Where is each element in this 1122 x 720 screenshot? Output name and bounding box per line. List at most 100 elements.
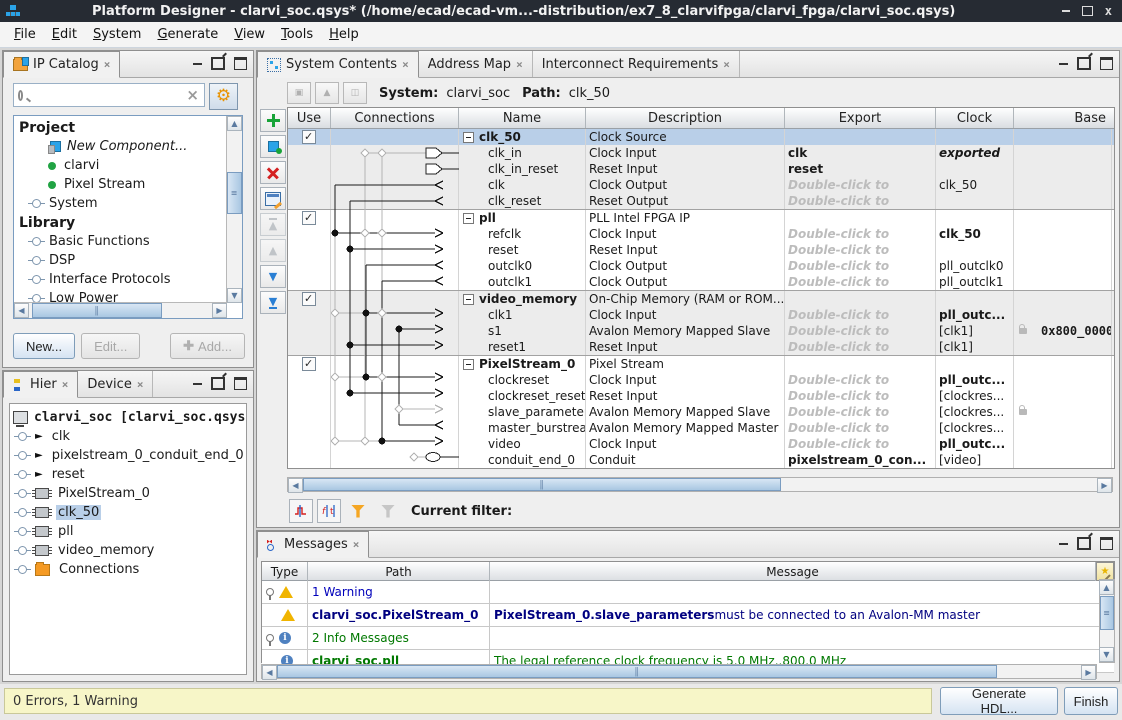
tree-section-project[interactable]: Project bbox=[14, 118, 227, 137]
table-row[interactable]: video_memoryOn-Chip Memory (RAM or ROM..… bbox=[288, 290, 1114, 307]
collapse-button[interactable]: ▣ bbox=[287, 82, 311, 104]
move-down-button[interactable]: ▼ bbox=[260, 265, 286, 288]
export-value[interactable]: Double-click to bbox=[788, 177, 889, 193]
remove-button[interactable] bbox=[260, 161, 286, 184]
export-value[interactable]: Double-click to bbox=[788, 372, 889, 388]
expander-icon[interactable] bbox=[18, 432, 27, 441]
tab-device[interactable]: Device × bbox=[78, 371, 153, 397]
hier-item-video-memory[interactable]: video_memory bbox=[10, 541, 246, 560]
scroll-right-button[interactable]: ▶ bbox=[1097, 478, 1112, 493]
scroll-down-button[interactable]: ▼ bbox=[1099, 647, 1114, 662]
expander-icon[interactable] bbox=[18, 470, 27, 479]
table-row[interactable]: clkClock OutputDouble-click toclk_50 bbox=[288, 177, 1114, 193]
use-checkbox[interactable] bbox=[302, 357, 316, 371]
table-row[interactable]: outclk1Clock OutputDouble-click topll_ou… bbox=[288, 274, 1114, 290]
clock-value[interactable]: [clockres... bbox=[939, 420, 1004, 436]
tab-address-map[interactable]: Address Map × bbox=[419, 51, 533, 77]
clock-value[interactable]: [clockres... bbox=[939, 388, 1004, 404]
expander-icon[interactable] bbox=[32, 275, 41, 284]
export-value[interactable]: reset bbox=[788, 161, 823, 177]
collapse-icon[interactable] bbox=[463, 294, 474, 305]
search-input[interactable] bbox=[27, 87, 186, 103]
collapse-icon[interactable] bbox=[463, 132, 474, 143]
lock-icon[interactable] bbox=[1019, 328, 1027, 334]
tab-messages[interactable]: Messages × bbox=[257, 531, 369, 558]
scroll-down-button[interactable]: ▼ bbox=[227, 288, 242, 303]
scroll-right-button[interactable]: ▶ bbox=[212, 303, 227, 318]
tab-interconnect-requirements[interactable]: Interconnect Requirements × bbox=[533, 51, 740, 77]
lock-icon[interactable] bbox=[1019, 409, 1027, 415]
hier-item-connections[interactable]: Connections bbox=[10, 560, 246, 579]
table-row[interactable]: clk_resetReset OutputDouble-click to bbox=[288, 193, 1114, 209]
show-signals-button[interactable] bbox=[289, 499, 313, 523]
add-button[interactable]: ✚Add... bbox=[170, 333, 245, 359]
table-row[interactable]: clk_50Clock Source bbox=[288, 129, 1114, 145]
messages-hscrollbar[interactable]: ◀ ║ ▶ bbox=[261, 664, 1097, 679]
column-header-base[interactable]: Base bbox=[1014, 108, 1112, 128]
clock-value[interactable]: pll_outclk0 bbox=[939, 258, 1003, 274]
menu-view[interactable]: View bbox=[226, 24, 273, 45]
panel-minimize-icon[interactable] bbox=[193, 383, 202, 385]
tree-item-dsp[interactable]: DSP bbox=[14, 251, 227, 270]
close-icon[interactable]: × bbox=[137, 378, 144, 391]
tree-item-interface-protocols[interactable]: Interface Protocols bbox=[14, 270, 227, 289]
panel-maximize-icon[interactable] bbox=[234, 377, 247, 390]
tree-section-library[interactable]: Library bbox=[14, 213, 227, 232]
table-row[interactable]: clockreset_resetReset InputDouble-click … bbox=[288, 388, 1114, 404]
close-icon[interactable]: × bbox=[402, 58, 409, 71]
column-header-description[interactable]: Description bbox=[586, 108, 785, 128]
panel-maximize-icon[interactable] bbox=[1100, 57, 1113, 70]
move-bottom-button[interactable]: ▼ bbox=[260, 291, 286, 314]
export-value[interactable]: Double-click to bbox=[788, 274, 889, 290]
export-value[interactable]: Double-click to bbox=[788, 404, 889, 420]
export-value[interactable]: Double-click to bbox=[788, 307, 889, 323]
base-address[interactable]: 0x800_0000 bbox=[1041, 323, 1112, 339]
expander-icon[interactable] bbox=[18, 451, 27, 460]
generate-hdl-button[interactable]: Generate HDL... bbox=[940, 687, 1058, 715]
table-row[interactable]: s1Avalon Memory Mapped SlaveDouble-click… bbox=[288, 323, 1114, 339]
panel-minimize-icon[interactable] bbox=[193, 63, 202, 65]
export-value[interactable]: Double-click to bbox=[788, 193, 889, 209]
scroll-left-button[interactable]: ◀ bbox=[14, 303, 29, 318]
component-button[interactable]: ◫ bbox=[343, 82, 367, 104]
export-value[interactable]: Double-click to bbox=[788, 242, 889, 258]
panel-float-icon[interactable] bbox=[211, 377, 225, 390]
export-value[interactable]: clk bbox=[788, 145, 807, 161]
clock-value[interactable]: pll_outc... bbox=[939, 436, 1005, 452]
menu-system[interactable]: System bbox=[85, 24, 150, 45]
collapse-icon[interactable] bbox=[463, 213, 474, 224]
expander-icon[interactable] bbox=[32, 237, 41, 246]
table-row[interactable]: clk_in_resetReset Inputreset bbox=[288, 161, 1114, 177]
table-row[interactable]: videoClock InputDouble-click topll_outc.… bbox=[288, 436, 1114, 452]
move-top-button[interactable]: ▲ bbox=[260, 213, 286, 236]
column-header-export[interactable]: Export bbox=[785, 108, 936, 128]
table-row[interactable]: slave_parametersAvalon Memory Mapped Sla… bbox=[288, 404, 1114, 420]
clock-value[interactable]: clk_50 bbox=[939, 226, 981, 242]
edit-button[interactable] bbox=[260, 187, 286, 210]
column-header-name[interactable]: Name bbox=[459, 108, 586, 128]
filter-button[interactable] bbox=[345, 499, 371, 523]
column-header-path[interactable]: Path bbox=[308, 562, 490, 581]
table-row[interactable]: clk1Clock InputDouble-click topll_outc..… bbox=[288, 307, 1114, 323]
close-icon[interactable]: × bbox=[62, 378, 69, 391]
tree-item-system[interactable]: System bbox=[14, 194, 227, 213]
hier-root-node[interactable]: clarvi_soc [clarvi_soc.qsys*] bbox=[10, 407, 246, 427]
show-interfaces-button[interactable]: f t bbox=[317, 499, 341, 523]
menu-file[interactable]: File bbox=[6, 24, 44, 45]
ip-tree-hscrollbar[interactable]: ◀ ║ ▶ bbox=[14, 302, 227, 318]
clock-value[interactable]: [video] bbox=[939, 452, 981, 468]
message-row[interactable]: clarvi_soc.PixelStream_0PixelStream_0.sl… bbox=[262, 604, 1114, 627]
window-close-icon[interactable]: x bbox=[1105, 4, 1112, 18]
ip-tree-vscrollbar[interactable]: ▲ ≡ ▼ bbox=[226, 116, 242, 303]
scroll-right-button[interactable]: ▶ bbox=[1081, 665, 1096, 680]
table-row[interactable]: resetReset InputDouble-click to bbox=[288, 242, 1114, 258]
hier-item-clk[interactable]: ►clk bbox=[10, 427, 246, 446]
column-header-connections[interactable]: Connections bbox=[331, 108, 459, 128]
close-icon[interactable]: × bbox=[723, 58, 730, 71]
clock-value[interactable]: pll_outc... bbox=[939, 372, 1005, 388]
close-icon[interactable]: × bbox=[353, 538, 360, 551]
table-row[interactable]: pllPLL Intel FPGA IP bbox=[288, 209, 1114, 226]
tree-item-basic-functions[interactable]: Basic Functions bbox=[14, 232, 227, 251]
collapse-icon[interactable] bbox=[463, 359, 474, 370]
panel-maximize-icon[interactable] bbox=[234, 57, 247, 70]
